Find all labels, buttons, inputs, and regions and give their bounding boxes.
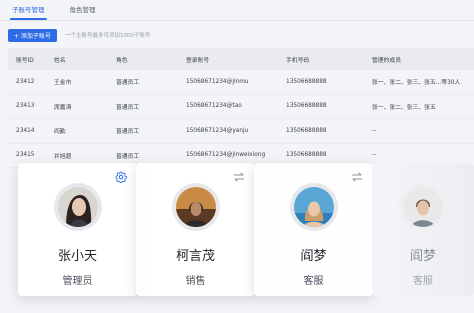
avatar [293,187,334,227]
member-name: 柯言茂 [175,249,215,264]
member-name: 张小天 [57,249,97,264]
avatar-frame [171,183,220,231]
avatar [403,187,443,227]
member-role: 管理员 [62,276,93,287]
avatar-frame [289,183,338,231]
member-name: 阎梦 [300,249,327,264]
member-card[interactable]: 张小天 管理员 [18,163,137,296]
member-card[interactable]: 阎梦 客服 [372,163,474,296]
member-card[interactable]: 阎梦 客服 [254,163,373,296]
member-role: 客服 [303,276,324,287]
avatar-frame [53,183,102,231]
member-role: 销售 [185,276,206,287]
member-role: 客服 [413,276,433,287]
member-card[interactable]: 柯言茂 销售 [136,163,255,296]
gear-icon[interactable] [115,171,127,183]
swap-icon[interactable] [233,171,245,183]
swap-icon[interactable] [351,171,363,183]
member-cards: 张小天 管理员 柯言茂 销售 阎梦 客服 阎梦 客服 [0,0,474,313]
avatar [57,187,98,227]
member-name: 阎梦 [409,249,436,264]
avatar [175,187,216,227]
avatar-frame [399,183,447,231]
